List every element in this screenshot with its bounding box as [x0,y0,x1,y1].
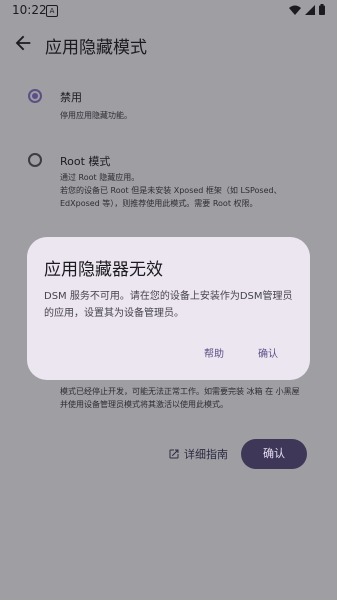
signal-icon [305,4,315,15]
notification-icon: A [46,5,58,17]
wifi-icon [289,5,301,15]
status-icons [289,4,325,15]
dialog-ok-button[interactable]: 确认 [258,345,278,360]
dialog-title: 应用隐藏器无效 [44,260,163,280]
option-dsm-desc: 模式已经停止开发，可能无法正常工作。如需要完装 冰箱 在 小黑屋 并使用设备管理… [60,387,300,409]
radio-root[interactable] [28,153,42,167]
option-root-title: Root 模式 [60,155,111,168]
option-disable-desc: 停用应用隐藏功能。 [60,111,132,120]
back-arrow-icon[interactable] [12,32,34,54]
app-bar: 应用隐藏模式 [0,22,337,66]
option-root-desc: 通过 Root 隐藏应用。 若您的设备已 Root 但是未安装 Xposed 框… [60,173,282,208]
battery-icon [319,4,325,15]
status-time: 10:22 [12,3,47,17]
guide-button[interactable]: 详细指南 [168,446,228,462]
open-in-new-icon [169,449,179,459]
status-bar: 10:22 A [0,0,337,22]
dialog-body: DSM 服务不可用。请在您的设备上安装作为DSM管理员的应用，设置其为设备管理员… [44,291,293,319]
option-disable[interactable]: 禁用 停用应用隐藏功能。 [0,85,337,125]
option-root[interactable]: Root 模式 通过 Root 隐藏应用。 若您的设备已 Root 但是未安装 … [0,150,337,210]
dialog-help-button[interactable]: 帮助 [204,345,224,360]
option-disable-title: 禁用 [60,91,82,104]
guide-label: 详细指南 [184,448,228,461]
radio-disable[interactable] [28,89,42,103]
confirm-button[interactable]: 确认 [241,439,307,469]
dialog: 应用隐藏器无效 DSM 服务不可用。请在您的设备上安装作为DSM管理员的应用，设… [27,237,310,380]
page-title: 应用隐藏模式 [45,38,147,58]
